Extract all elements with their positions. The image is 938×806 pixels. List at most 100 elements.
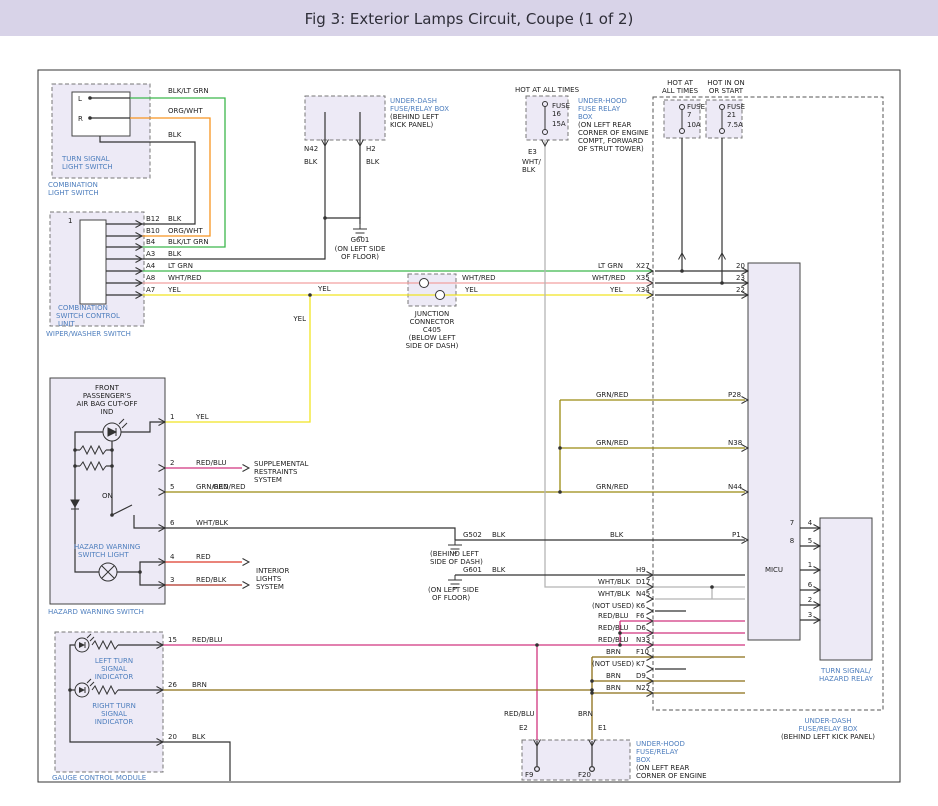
component-name-label: FRONT <box>95 384 120 392</box>
component-name-label: IND <box>101 408 114 416</box>
wiring-diagram: Fig 3: Exterior Lamps Circuit, Coupe (1 … <box>0 0 938 806</box>
wire-color-label: BRN <box>192 681 207 689</box>
wire-color-label: BLK <box>522 166 536 174</box>
pin-number-label: 1 <box>68 217 72 225</box>
fuse-id-label: F9 <box>525 771 533 779</box>
title-bar: Fig 3: Exterior Lamps Circuit, Coupe (1 … <box>0 0 938 36</box>
turn-signal-hazard-relay-box <box>820 518 872 660</box>
wire-color-label: GRN/RED <box>596 439 629 447</box>
wire-color-label: ORG/WHT <box>168 227 203 235</box>
location-note: OF FLOOR) <box>432 594 470 602</box>
terminal-label: R <box>78 115 83 123</box>
wire-color-label: BRN <box>578 710 593 718</box>
pin-id-label: D9 <box>636 672 646 680</box>
component-name-label: HAZARD WARNING <box>74 543 140 551</box>
fuse-number-label: 21 <box>727 111 736 119</box>
location-note: CORNER OF ENGINE <box>578 129 649 137</box>
component-name-label: LIGHT SWITCH <box>62 163 113 171</box>
pin-id-label: P28 <box>728 391 741 399</box>
connector-id-label: H2 <box>366 145 376 153</box>
pin-id-label: B12 <box>146 215 160 223</box>
wire-color-label: RED/BLU <box>196 459 227 467</box>
component-name-label: COMBINATION <box>58 304 108 312</box>
component-name-label: UNIT <box>58 320 75 328</box>
component-name-label: FUSE/RELAY BOX <box>798 725 857 733</box>
fuse-label: FUSE <box>687 103 705 111</box>
component-name-label: MICU <box>765 566 783 574</box>
pin-id-label: F6 <box>636 612 645 620</box>
component-name-label: BOX <box>636 756 651 764</box>
connector-id-label: C405 <box>423 326 441 334</box>
location-note: (ON LEFT REAR <box>636 764 690 772</box>
system-ref-label: RESTRAINTS <box>254 468 298 476</box>
wire-color-label: WHT/BLK <box>598 578 631 586</box>
component-name-label: UNDER-DASH <box>390 97 437 105</box>
component-name-label: INDICATOR <box>95 718 134 726</box>
wire-color-label: BLK <box>610 531 624 539</box>
wire-color-label: YEL <box>292 315 306 323</box>
location-note: OF STRUT TOWER) <box>578 145 644 153</box>
wire-color-label: BLK <box>168 131 182 139</box>
component-name-label: SWITCH LIGHT <box>78 551 129 559</box>
wire-color-label: (NOT USED) <box>592 660 634 668</box>
location-note: (ON LEFT SIDE <box>335 245 386 253</box>
pin-number-label: 7 <box>790 519 794 527</box>
component-name-label: HAZARD RELAY <box>819 675 874 683</box>
connector-id-label: X34 <box>636 286 650 294</box>
location-note: (BEHIND LEFT <box>390 113 439 121</box>
wire-color-label: BLK <box>168 250 182 258</box>
location-note: COMPT, FORWARD <box>578 137 643 145</box>
component-name-label: WIPER/WASHER SWITCH <box>46 330 131 338</box>
connector-id-label: N42 <box>304 145 318 153</box>
pin-id-label: H9 <box>636 566 646 574</box>
system-ref-label: SYSTEM <box>254 476 282 484</box>
pin-number-label: 15 <box>168 636 177 644</box>
under-hood-fuse-box-bottom <box>522 740 630 780</box>
terminal-label: L <box>78 95 82 103</box>
component-name-label: INDICATOR <box>95 673 134 681</box>
component-name-label: FUSE RELAY <box>578 105 621 113</box>
pin-id-label: F10 <box>636 648 649 656</box>
component-name-label: TURN SIGNAL/ <box>820 667 872 675</box>
wire-color-label: BLK <box>192 733 206 741</box>
component-name-label: JUNCTION <box>414 310 449 318</box>
fuse-number-label: 7 <box>687 111 691 119</box>
wire-color-label: RED <box>196 553 211 561</box>
component-name-label: CONNECTOR <box>410 318 455 326</box>
wire-color-label: WHT/RED <box>592 274 626 282</box>
wire-color-label: YEL <box>195 413 209 421</box>
component-name-label: GAUGE CONTROL MODULE <box>52 774 146 782</box>
wire-color-label: YEL <box>167 286 181 294</box>
connector-id-label: E2 <box>519 724 528 732</box>
pin-number-label: 23 <box>736 274 745 282</box>
location-note: (ON LEFT SIDE <box>428 586 479 594</box>
component-name-label: LEFT TURN <box>95 657 133 665</box>
wire-color-label: WHT/RED <box>168 274 202 282</box>
wire-color-label: RED/BLK <box>196 576 227 584</box>
fuse-amp-label: 7.5A <box>727 121 743 129</box>
component-name-label: SIGNAL <box>101 665 127 673</box>
wire-color-label: LT GRN <box>168 262 193 270</box>
pin-id-label: A8 <box>146 274 155 282</box>
fuse-number-label: 16 <box>552 110 561 118</box>
pin-id-label: B10 <box>146 227 160 235</box>
pin-number-label: 26 <box>168 681 177 689</box>
pin-number-label: 4 <box>808 519 813 527</box>
power-source-label: OR START <box>709 87 744 95</box>
ground-label: G601 <box>351 236 370 244</box>
wire-color-label: BLK <box>168 215 182 223</box>
pin-id-label: B4 <box>146 238 156 246</box>
pin-id-label: N33 <box>636 636 650 644</box>
wire-color-label: GRN/RED <box>596 391 629 399</box>
pin-number-label: 4 <box>170 553 175 561</box>
component-name-label: RIGHT TURN <box>92 702 136 710</box>
system-ref-label: INTERIOR <box>256 567 289 575</box>
component-name-label: FUSE/RELAY BOX <box>390 105 449 113</box>
location-note: KICK PANEL) <box>390 121 433 129</box>
power-source-label: HOT AT ALL TIMES <box>515 86 580 94</box>
location-note: CORNER OF ENGINE <box>636 772 707 780</box>
figure-title: Fig 3: Exterior Lamps Circuit, Coupe (1 … <box>305 10 634 28</box>
pin-id-label: K7 <box>636 660 645 668</box>
wire-color-label: BLK <box>304 158 318 166</box>
wire-color-label: RED/BLU <box>598 636 629 644</box>
